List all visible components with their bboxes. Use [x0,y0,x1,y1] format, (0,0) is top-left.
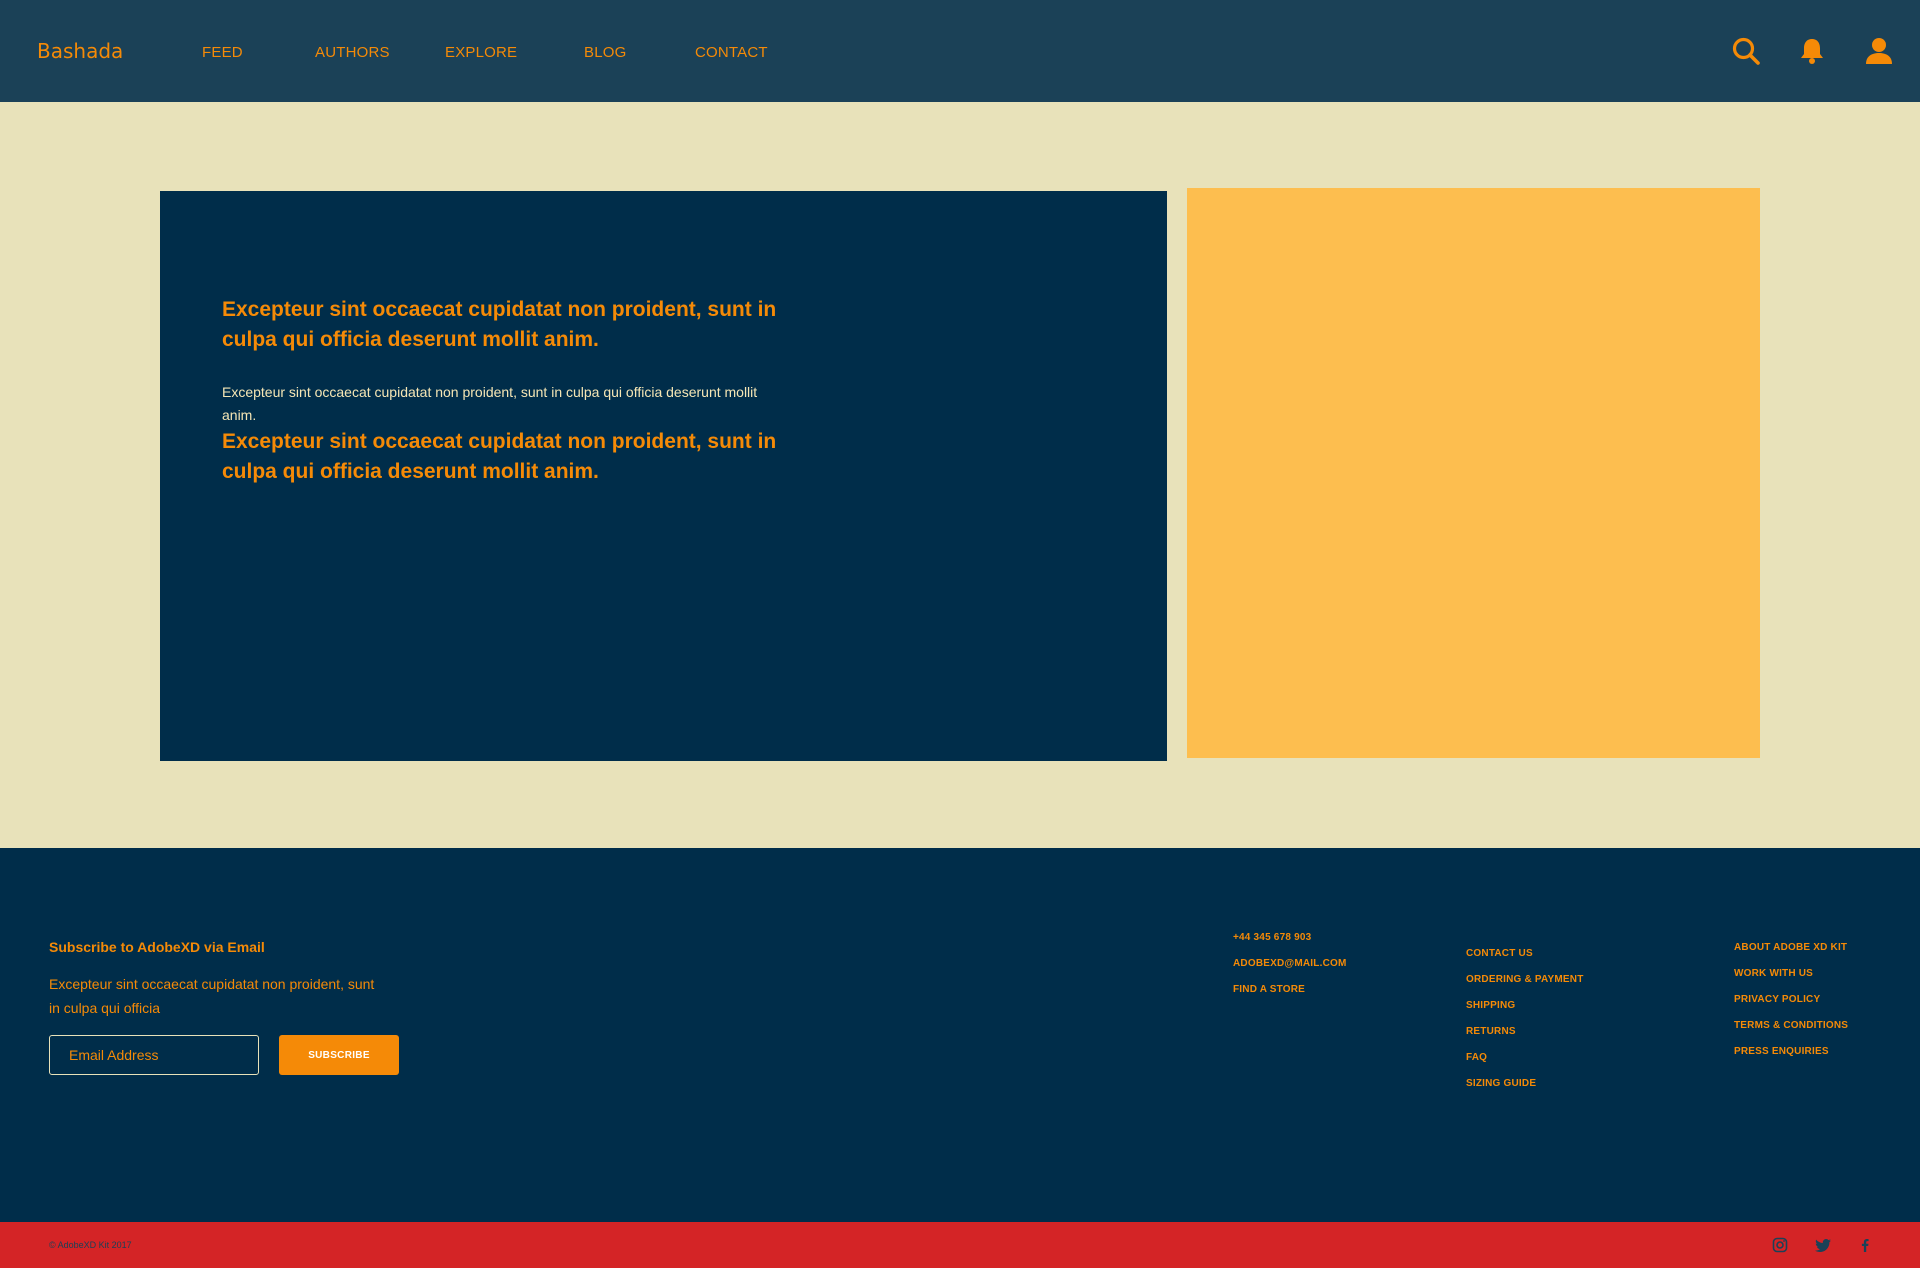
bottom-bar: © AdobeXD Kit 2017 [0,1222,1920,1268]
bell-icon[interactable] [1797,36,1827,66]
nav-link-contact[interactable]: CONTACT [695,44,768,61]
footer-link-press[interactable]: PRESS ENQUIRIES [1734,1039,1848,1065]
subscribe-description: Excepteur sint occaecat cupidatat non pr… [49,976,375,1016]
nav-link-feed[interactable]: FEED [202,44,243,61]
instagram-icon[interactable] [1771,1236,1789,1254]
nav-link-blog[interactable]: BLOG [584,44,626,61]
email-input[interactable] [49,1035,259,1075]
user-icon[interactable] [1864,36,1894,66]
brand-logo[interactable]: Bashada [37,39,123,63]
footer-link-returns[interactable]: RETURNS [1466,1019,1584,1045]
nav-link-explore[interactable]: EXPLORE [445,44,517,61]
footer: Subscribe to AdobeXD via Email Excepteur… [0,848,1920,1222]
twitter-icon[interactable] [1815,1236,1833,1254]
footer-link-terms[interactable]: TERMS & CONDITIONS [1734,1013,1848,1039]
footer-link-sizing-guide[interactable]: SIZING GUIDE [1466,1071,1584,1097]
footer-company-list: ABOUT ADOBE XD KIT WORK WITH US PRIVACY … [1734,935,1848,1065]
nav-link-authors[interactable]: AUTHORS [315,44,390,61]
hero-card: Excepteur sint occaecat cupidatat non pr… [160,191,1167,761]
copyright-text: © AdobeXD Kit 2017 [49,1240,132,1250]
facebook-icon[interactable] [1856,1236,1874,1254]
footer-link-email[interactable]: ADOBEXD@MAIL.COM [1233,951,1347,977]
hero-paragraph: Excepteur sint occaecat cupidatat non pr… [222,384,758,423]
footer-link-shipping[interactable]: SHIPPING [1466,993,1584,1019]
footer-link-ordering-payment[interactable]: ORDERING & PAYMENT [1466,967,1584,993]
footer-link-find-store[interactable]: FIND A STORE [1233,977,1347,1003]
footer-contact-list: +44 345 678 903 ADOBEXD@MAIL.COM FIND A … [1233,925,1347,1003]
image-placeholder-panel [1187,188,1760,758]
footer-link-faq[interactable]: FAQ [1466,1045,1584,1071]
hero-heading: Excepteur sint occaecat cupidatat non pr… [222,298,777,351]
search-icon[interactable] [1731,36,1761,66]
subscribe-title: Subscribe to AdobeXD via Email [49,939,265,955]
hero-subheading: Excepteur sint occaecat cupidatat non pr… [222,430,777,483]
footer-link-phone[interactable]: +44 345 678 903 [1233,925,1347,951]
footer-link-privacy-policy[interactable]: PRIVACY POLICY [1734,987,1848,1013]
footer-link-work-with-us[interactable]: WORK WITH US [1734,961,1848,987]
footer-link-contact-us[interactable]: CONTACT US [1466,941,1584,967]
footer-help-list: CONTACT US ORDERING & PAYMENT SHIPPING R… [1466,941,1584,1097]
top-navigation-bar: Bashada FEED AUTHORS EXPLORE BLOG CONTAC… [0,0,1920,102]
footer-link-about[interactable]: ABOUT ADOBE XD KIT [1734,935,1848,961]
subscribe-button[interactable]: SUBSCRIBE [279,1035,399,1075]
